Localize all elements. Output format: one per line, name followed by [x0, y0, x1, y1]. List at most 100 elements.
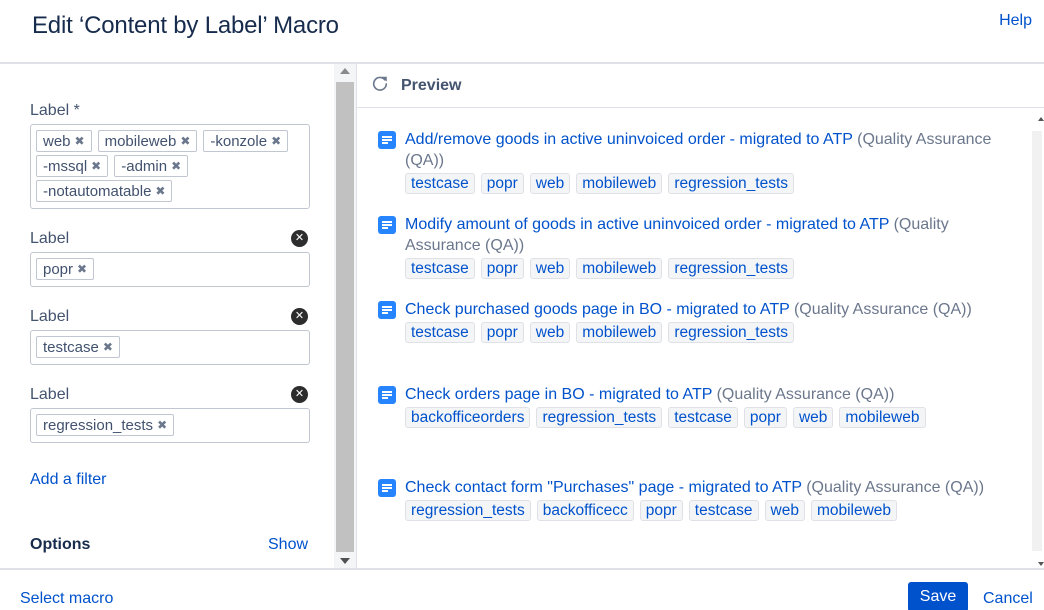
result-label[interactable]: backofficeorders	[405, 407, 531, 428]
select-macro-link[interactable]: Select macro	[20, 590, 113, 608]
result-item: Modify amount of goods in active uninvoi…	[378, 214, 1005, 283]
result-label[interactable]: backofficecc	[536, 500, 634, 521]
scrollbar-thumb[interactable]	[1032, 131, 1042, 551]
remove-chip-icon[interactable]: ✖	[180, 134, 190, 148]
label-input[interactable]: popr ✖	[30, 252, 310, 287]
result-label[interactable]: web	[792, 407, 834, 428]
scroll-up-arrow-icon[interactable]	[340, 68, 350, 74]
chip-text: -konzole	[210, 132, 268, 150]
label-filter: Label ✕ regression_tests ✖	[30, 384, 310, 443]
remove-chip-icon[interactable]: ✖	[91, 159, 101, 173]
preview-title: Preview	[401, 77, 462, 94]
field-label: Label ✕	[30, 228, 310, 250]
remove-chip-icon[interactable]: ✖	[103, 340, 113, 354]
page-icon	[378, 301, 396, 319]
remove-filter-icon[interactable]: ✕	[291, 386, 308, 403]
label-chip: -notautomatable ✖	[36, 180, 173, 202]
options-heading: Options	[30, 536, 91, 553]
chip-text: web	[43, 132, 71, 150]
result-label[interactable]: testcase	[405, 173, 475, 194]
result-label[interactable]: mobileweb	[839, 407, 926, 428]
scroll-down-arrow-icon[interactable]	[1038, 562, 1044, 566]
remove-chip-icon[interactable]: ✖	[77, 262, 87, 276]
result-title-link[interactable]: Add/remove goods in active uninvoiced or…	[405, 131, 853, 148]
scrollbar-thumb[interactable]	[336, 82, 354, 552]
result-label[interactable]: testcase	[688, 500, 759, 521]
result-label[interactable]: regression_tests	[668, 173, 795, 194]
label-filter: Label ✕ popr ✖	[30, 228, 310, 287]
dialog-title: Edit ‘Content by Label’ Macro	[32, 12, 339, 39]
label-input[interactable]: regression_tests ✖	[30, 408, 310, 443]
result-label[interactable]: mobileweb	[576, 173, 663, 194]
remove-chip-icon[interactable]: ✖	[75, 134, 85, 148]
chip-text: mobileweb	[104, 132, 177, 150]
result-label[interactable]: testcase	[405, 258, 475, 279]
result-label[interactable]: popr	[639, 500, 683, 521]
page-icon	[378, 216, 396, 234]
preview-panel: Preview Add/remove goods in active uninv…	[356, 64, 1044, 568]
result-label[interactable]: mobileweb	[576, 258, 663, 279]
chip-text: -admin	[121, 157, 168, 175]
result-label[interactable]: web	[764, 500, 805, 521]
label-chip: regression_tests ✖	[36, 414, 175, 436]
label-input[interactable]: web ✖ mobileweb ✖ -konzole ✖ -mssql ✖ -admin…	[30, 124, 310, 209]
result-title-link[interactable]: Check purchased goods page in BO - migra…	[405, 301, 790, 318]
label-chip: web ✖	[36, 130, 92, 152]
label-chip: -mssql ✖	[36, 155, 109, 177]
label-input[interactable]: testcase ✖	[30, 330, 310, 365]
preview-results: Add/remove goods in active uninvoiced or…	[357, 109, 1029, 568]
result-title-link[interactable]: Check orders page in BO - migrated to AT…	[405, 386, 712, 403]
label-filter-required: Label * web ✖ mobileweb ✖ -konzole ✖ -mssql…	[30, 100, 310, 209]
label-chip: testcase ✖	[36, 336, 120, 358]
field-label-text: Label	[30, 386, 70, 403]
result-label[interactable]: web	[529, 258, 571, 279]
remove-chip-icon[interactable]: ✖	[171, 159, 181, 173]
preview-header: Preview	[357, 64, 1044, 108]
remove-filter-icon[interactable]: ✕	[291, 230, 308, 247]
field-label: Label ✕	[30, 384, 310, 406]
result-label[interactable]: popr	[743, 407, 787, 428]
page-icon	[378, 479, 396, 497]
remove-chip-icon[interactable]: ✖	[155, 184, 165, 198]
result-label[interactable]: regression_tests	[405, 500, 531, 521]
scroll-down-arrow-icon[interactable]	[340, 558, 350, 564]
result-title-link[interactable]: Modify amount of goods in active uninvoi…	[405, 216, 889, 233]
refresh-icon[interactable]	[371, 74, 389, 92]
result-label[interactable]: mobileweb	[810, 500, 898, 521]
cancel-button[interactable]: Cancel	[983, 590, 1033, 608]
remove-filter-icon[interactable]: ✕	[291, 308, 308, 325]
page-icon	[378, 386, 396, 404]
result-title-link[interactable]: Check contact form "Purchases" page - mi…	[405, 479, 802, 496]
field-label-text: Label	[30, 308, 70, 325]
remove-chip-icon[interactable]: ✖	[271, 134, 281, 148]
result-label[interactable]: web	[529, 173, 571, 194]
result-label[interactable]: popr	[480, 173, 524, 194]
field-label-text: Label	[30, 230, 70, 247]
page-icon	[378, 131, 396, 149]
remove-chip-icon[interactable]: ✖	[157, 418, 167, 432]
scroll-up-arrow-icon[interactable]	[1038, 117, 1044, 121]
result-label[interactable]: testcase	[405, 322, 475, 343]
result-label[interactable]: web	[529, 322, 571, 343]
help-link[interactable]: Help	[999, 12, 1032, 30]
show-options-link[interactable]: Show	[268, 536, 308, 554]
label-filter: Label ✕ testcase ✖	[30, 306, 310, 365]
result-label[interactable]: popr	[480, 322, 524, 343]
chip-text: testcase	[43, 338, 99, 356]
label-chip: -admin ✖	[114, 155, 189, 177]
result-label[interactable]: regression_tests	[668, 258, 795, 279]
result-label[interactable]: mobileweb	[576, 322, 663, 343]
result-space: (Quality Assurance (QA))	[793, 301, 972, 318]
result-label[interactable]: popr	[480, 258, 524, 279]
result-label[interactable]: regression_tests	[536, 407, 663, 428]
result-label[interactable]: regression_tests	[668, 322, 795, 343]
result-item: Add/remove goods in active uninvoiced or…	[378, 129, 1005, 198]
add-filter-link[interactable]: Add a filter	[30, 471, 106, 489]
preview-scrollbar[interactable]	[1028, 109, 1044, 568]
field-label: Label *	[30, 102, 80, 119]
result-label[interactable]: testcase	[668, 407, 738, 428]
save-button[interactable]: Save	[908, 582, 968, 610]
filter-panel-scrollbar[interactable]	[334, 64, 356, 568]
result-space: (Quality Assurance (QA))	[806, 479, 985, 496]
filter-panel: Label * web ✖ mobileweb ✖ -konzole ✖ -mssql…	[0, 64, 334, 568]
